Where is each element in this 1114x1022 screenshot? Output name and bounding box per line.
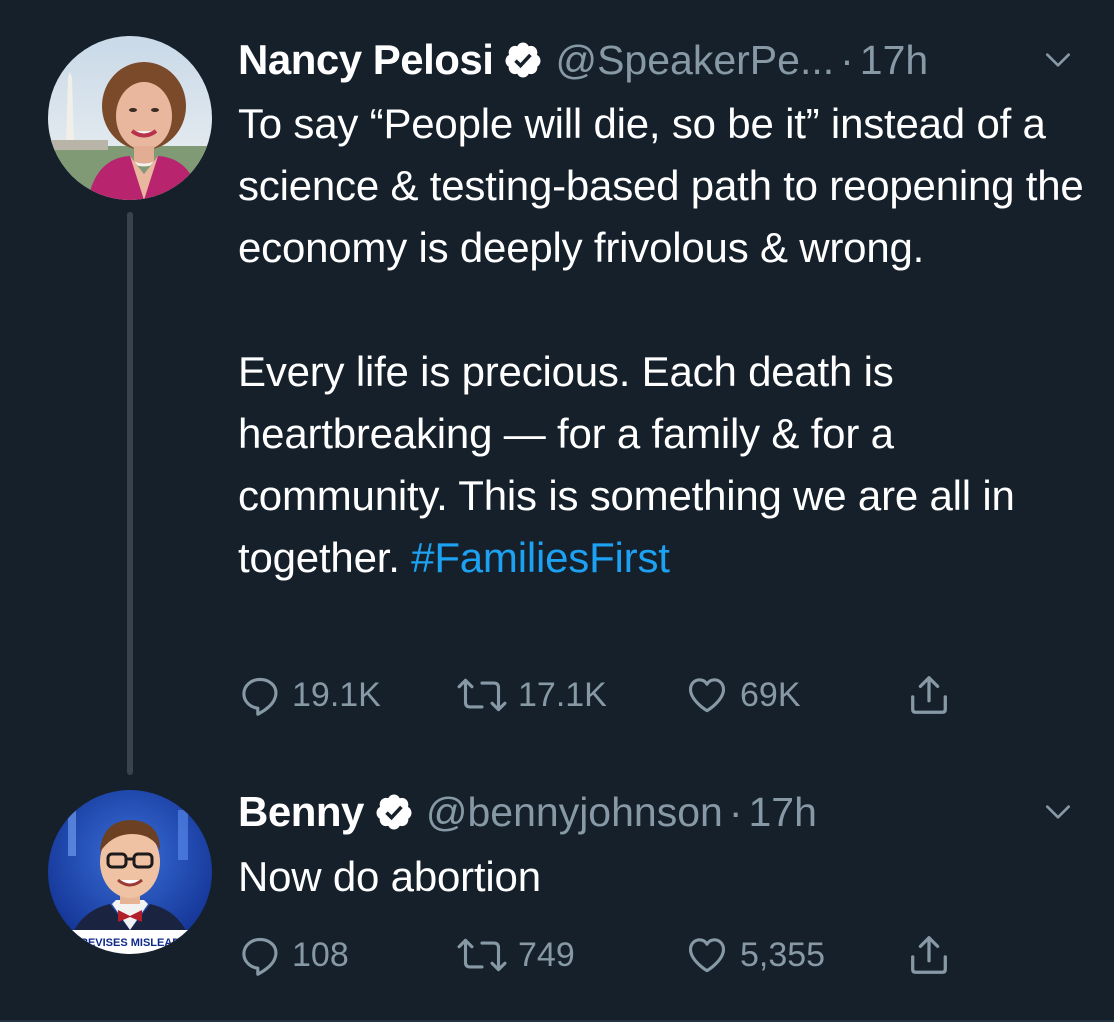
separator-dot: · xyxy=(728,788,743,835)
separator-dot: · xyxy=(840,36,854,83)
share-icon xyxy=(911,676,947,714)
timestamp[interactable]: 17h xyxy=(748,789,816,836)
tweet-paragraph: Now do abortion xyxy=(238,853,541,900)
verified-badge-icon xyxy=(505,42,541,78)
tweet-benny[interactable]: REVISES MISLEADIN Benny @bennyjohnson · … xyxy=(0,780,1114,1022)
like-count: 5,355 xyxy=(740,935,826,974)
reply-icon xyxy=(242,937,278,976)
like-icon xyxy=(688,938,726,973)
tweet-paragraph: Every life is precious. Each death is he… xyxy=(238,341,1088,589)
chevron-down-icon[interactable] xyxy=(1042,796,1074,828)
reply-count: 108 xyxy=(292,935,349,974)
hashtag-link[interactable]: #FamiliesFirst xyxy=(411,534,670,581)
like-icon xyxy=(688,678,726,713)
tweet-pelosi[interactable]: Nancy Pelosi @SpeakerPe... · 17h To say … xyxy=(0,0,1114,780)
tweet-header: Benny @bennyjohnson · 17h xyxy=(238,782,1074,842)
share-button[interactable] xyxy=(906,670,952,720)
tweet-body: To say “People will die, so be it” inste… xyxy=(238,93,1088,589)
timestamp[interactable]: 17h xyxy=(860,37,928,84)
thread-connector-line xyxy=(127,212,133,775)
reply-icon xyxy=(242,677,278,716)
user-handle[interactable]: @bennyjohnson xyxy=(426,789,723,836)
retweet-button[interactable]: 749 xyxy=(456,930,575,980)
like-count: 69K xyxy=(740,675,801,714)
like-button[interactable]: 69K xyxy=(684,670,801,720)
avatar-chyron-text: REVISES MISLEADIN xyxy=(80,937,191,949)
chevron-down-icon[interactable] xyxy=(1042,44,1074,76)
tweet-header: Nancy Pelosi @SpeakerPe... · 17h xyxy=(238,30,1074,90)
reply-count: 19.1K xyxy=(292,675,381,714)
tweet-body: Now do abortion xyxy=(238,846,1088,908)
share-icon xyxy=(911,936,947,974)
display-name[interactable]: Benny xyxy=(238,788,364,836)
user-handle[interactable]: @SpeakerPe... xyxy=(555,37,834,84)
avatar[interactable]: REVISES MISLEADIN xyxy=(48,790,212,954)
retweet-icon xyxy=(457,938,507,972)
avatar-photo: REVISES MISLEADIN xyxy=(48,790,212,954)
avatar-photo xyxy=(48,36,212,200)
retweet-button[interactable]: 17.1K xyxy=(456,670,607,720)
display-name[interactable]: Nancy Pelosi xyxy=(238,36,494,84)
reply-button[interactable]: 108 xyxy=(238,930,349,980)
retweet-count: 749 xyxy=(518,935,575,974)
reply-button[interactable]: 19.1K xyxy=(238,670,381,720)
like-button[interactable]: 5,355 xyxy=(684,930,825,980)
tweet-paragraph: To say “People will die, so be it” inste… xyxy=(238,100,1084,271)
verified-badge-icon xyxy=(376,794,412,830)
tweet-actions: 19.1K 17.1K 69K xyxy=(238,670,998,720)
avatar[interactable] xyxy=(48,36,212,200)
retweet-count: 17.1K xyxy=(518,675,607,714)
retweet-icon xyxy=(457,678,507,712)
tweet-actions: 108 749 5,355 xyxy=(238,930,998,980)
share-button[interactable] xyxy=(906,930,952,980)
